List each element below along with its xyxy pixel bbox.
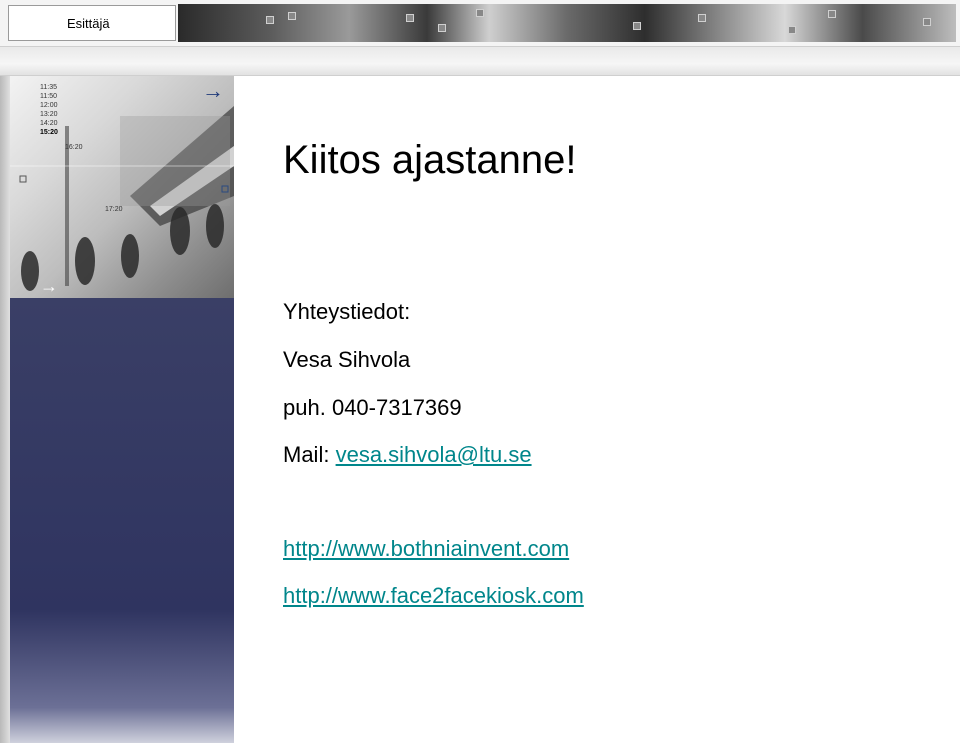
presenter-label: Esittäjä	[67, 16, 110, 31]
decorative-photo-art	[10, 106, 234, 291]
time-label: 13:20	[40, 111, 58, 118]
slide-title: Kiitos ajastanne!	[283, 138, 577, 182]
decorative-photo: 11:35 11:50 12:00 13:20 14:20 15:20 16:2…	[10, 76, 234, 298]
decor-square	[438, 24, 446, 32]
header-photo-strip	[178, 4, 956, 42]
sub-header-band	[0, 47, 960, 76]
contact-mail: Mail: vesa.sihvola@ltu.se	[283, 442, 532, 468]
time-label: 12:00	[40, 102, 58, 109]
decor-square	[288, 12, 296, 20]
decor-square	[828, 10, 836, 18]
time-label: 11:50	[40, 93, 57, 100]
time-label: 17:20	[105, 206, 123, 213]
website-link-bothniainvent[interactable]: http://www.bothniainvent.com	[283, 536, 569, 561]
decor-square	[633, 22, 641, 30]
time-label: 11:35	[40, 84, 57, 91]
time-label: 15:20	[40, 129, 58, 136]
decor-square	[923, 18, 931, 26]
header-bar: Esittäjä	[0, 0, 960, 47]
decor-square	[266, 16, 274, 24]
email-link[interactable]: vesa.sihvola@ltu.se	[336, 442, 532, 467]
time-label: 14:20	[40, 120, 58, 127]
contact-heading: Yhteystiedot:	[283, 299, 411, 324]
phone-prefix: puh.	[283, 395, 326, 420]
website-link-row: http://www.face2facekiosk.com	[283, 583, 584, 609]
time-label: 16:20	[65, 144, 83, 151]
website-link-row: http://www.bothniainvent.com	[283, 536, 569, 562]
decor-square	[698, 14, 706, 22]
decor-square	[476, 9, 484, 17]
website-link-face2facekiosk[interactable]: http://www.face2facekiosk.com	[283, 583, 584, 608]
decor-square	[406, 14, 414, 22]
arrow-right-icon: →	[40, 276, 58, 296]
presenter-tab[interactable]: Esittäjä	[8, 5, 176, 41]
left-navy-panel	[10, 298, 234, 743]
mail-prefix: Mail:	[283, 442, 330, 467]
arrow-right-icon: →	[202, 78, 224, 103]
phone-number: 040-7317369	[331, 395, 462, 420]
contact-name: Vesa Sihvola	[283, 347, 411, 372]
contact-phone: puh. 040-7317369	[283, 395, 462, 421]
left-edge-strip	[0, 76, 10, 743]
decor-square	[788, 26, 796, 34]
